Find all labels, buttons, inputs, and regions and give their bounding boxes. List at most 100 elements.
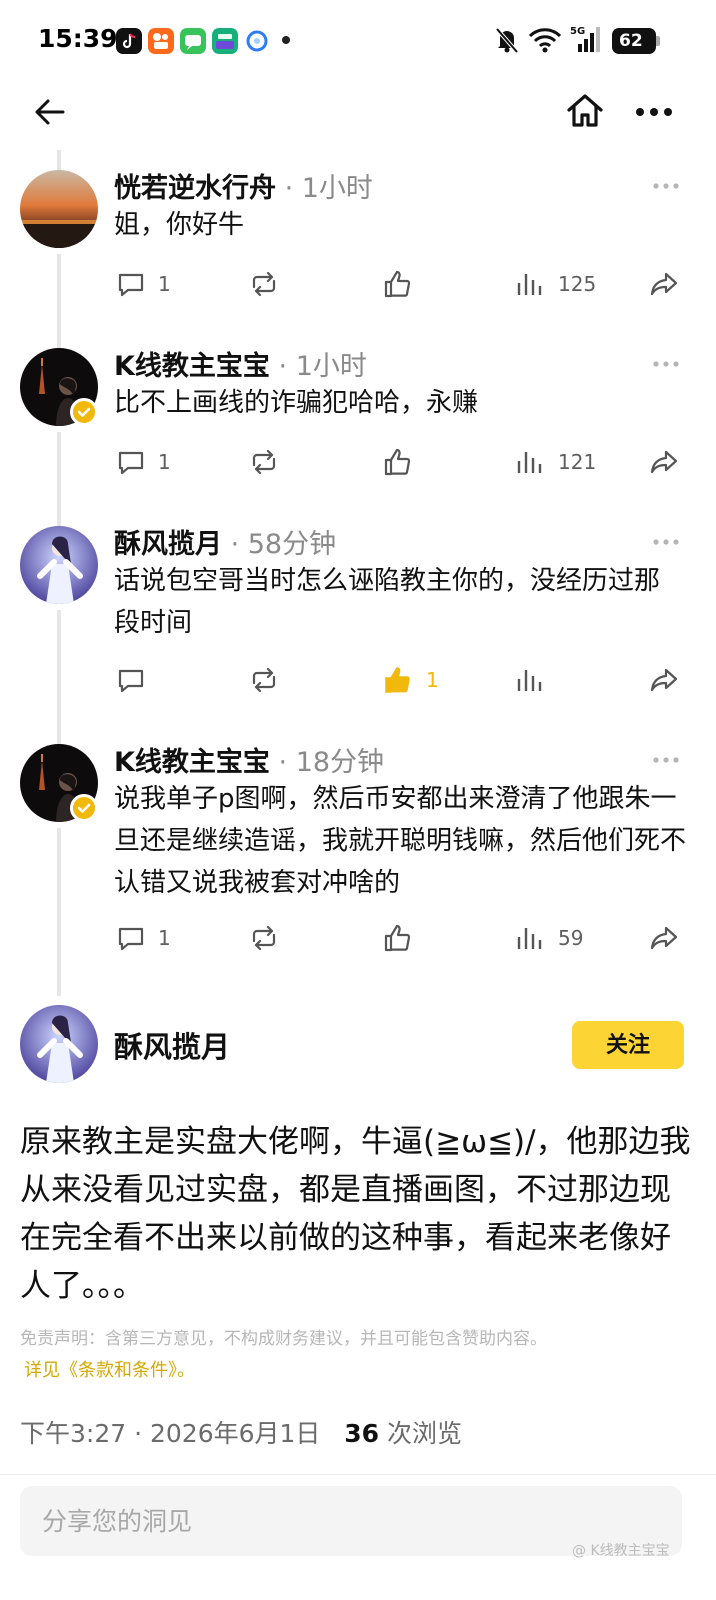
home-icon [567,94,603,127]
repost-icon [252,449,276,475]
views-button[interactable]: 125 [516,262,596,306]
like-button[interactable] [382,440,426,484]
post-views-label: 次浏览 [387,1419,463,1448]
repost-button[interactable] [248,916,280,960]
comment-more-button[interactable] [652,532,680,545]
terms-link[interactable]: 详见《条款和条件》。 [24,1356,195,1382]
views-button[interactable] [516,658,558,702]
like-button[interactable] [382,916,426,960]
comment-time: 1小时 [295,351,367,382]
comment-bubble-icon [118,669,144,693]
comment-header: K线教主宝宝 · 18分钟 [114,747,385,778]
share-arrow-icon [650,668,678,692]
more-horizontal-icon [653,183,679,189]
divider [0,1474,716,1475]
repost-button[interactable] [248,262,280,306]
view-count: 121 [558,450,597,474]
comment-time: 18分钟 [295,747,385,778]
views-bars-icon [517,928,542,949]
comment-text: 姐，你好牛 [114,210,245,240]
thumbs-up-icon [384,448,411,476]
comment-username[interactable]: 酥风揽月 [114,529,222,560]
watermark: @ K线教主宝宝 [572,1543,670,1559]
post-author-avatar[interactable] [20,1005,98,1083]
post-meta: 下午3:27 · 2026年6月1日 36 次浏览 [20,1414,462,1450]
thumbs-up-icon [384,924,411,952]
comment-actions: 1 121 [0,440,716,484]
share-arrow-icon [650,450,678,474]
comment-more-button[interactable] [652,354,680,367]
reply-button[interactable]: 1 [116,916,171,960]
comment-actions: 1 125 [0,262,716,306]
comment-time: 1小时 [301,173,373,204]
comment-header: 恍若逆水行舟 · 1小时 [114,173,373,204]
share-button[interactable] [648,262,680,306]
thread-connector [57,150,61,170]
comment-actions: 1 59 [0,916,716,960]
reply-count: 1 [158,272,171,296]
repost-icon [252,925,276,951]
more-horizontal-icon [653,361,679,367]
cellular-signal-icon: 5G [570,24,604,58]
comment-bubble-icon [118,451,144,475]
anime-character-avatar-image [20,526,98,604]
repost-icon [252,271,276,297]
comment-username[interactable]: K线教主宝宝 [114,747,270,778]
post-body: 原来教主是实盘大佬啊，牛逼(≧ω≦)/，他那边我从来没看见过实盘，都是直播画图，… [20,1124,691,1304]
share-button[interactable] [648,440,680,484]
anime-character-avatar-image [20,1005,98,1083]
comment-username[interactable]: 恍若逆水行舟 [114,173,276,204]
views-bars-icon [517,274,542,295]
comment-header: K线教主宝宝 · 1小时 [114,351,367,382]
comment-bubble-icon [118,927,144,951]
thumbs-up-filled-icon [385,667,410,693]
more-horizontal-icon [636,108,672,116]
kuaishou-app-icon [148,28,174,54]
like-button-active[interactable]: 1 [382,658,439,702]
post-author-name[interactable]: 酥风揽月 [114,1024,230,1066]
thumbs-up-icon [384,270,411,298]
share-button[interactable] [648,916,680,960]
battery-indicator: 62 [612,28,660,54]
status-time: 15:39 [38,24,118,53]
views-bars-icon [517,452,542,473]
back-button[interactable] [30,92,70,132]
avatar[interactable] [20,526,98,604]
repost-button[interactable] [248,658,280,702]
tongcheng-app-icon [212,28,238,54]
reply-button[interactable] [116,658,158,702]
comment-username[interactable]: K线教主宝宝 [114,351,270,382]
comment-more-button[interactable] [652,176,680,189]
views-button[interactable]: 59 [516,916,583,960]
repost-button[interactable] [248,440,280,484]
thread-connector [57,828,61,996]
verified-badge-icon [70,398,98,426]
avatar[interactable] [20,170,98,248]
more-notifications-dot [282,36,290,44]
comment-text: 说我单子p图啊，然后币安都出来澄清了他跟朱一旦还是继续造谣，我就开聪明钱嘛，然后… [114,784,687,898]
comment-time: 58分钟 [247,529,337,560]
wifi-icon [528,26,562,58]
mute-icon [494,26,520,58]
home-button[interactable] [564,90,606,132]
share-arrow-icon [650,926,678,950]
views-button[interactable]: 121 [516,440,596,484]
repost-icon [252,667,276,693]
arrow-left-icon [35,99,65,125]
more-options-button[interactable] [632,92,676,132]
comment-more-button[interactable] [652,750,680,763]
like-count: 1 [426,668,439,692]
more-horizontal-icon [653,539,679,545]
reply-button[interactable]: 1 [116,440,171,484]
verified-badge-icon [70,794,98,822]
reply-count: 1 [158,450,171,474]
svg-text:5G: 5G [570,26,585,37]
tiktok-app-icon [116,28,142,54]
more-horizontal-icon [653,757,679,763]
reply-button[interactable]: 1 [116,262,171,306]
follow-button[interactable]: 关注 [572,1021,684,1069]
view-count: 59 [558,926,584,950]
comment-text: 比不上画线的诈骗犯哈哈，永赚 [114,388,479,418]
share-button[interactable] [648,658,680,702]
like-button[interactable] [382,262,426,306]
